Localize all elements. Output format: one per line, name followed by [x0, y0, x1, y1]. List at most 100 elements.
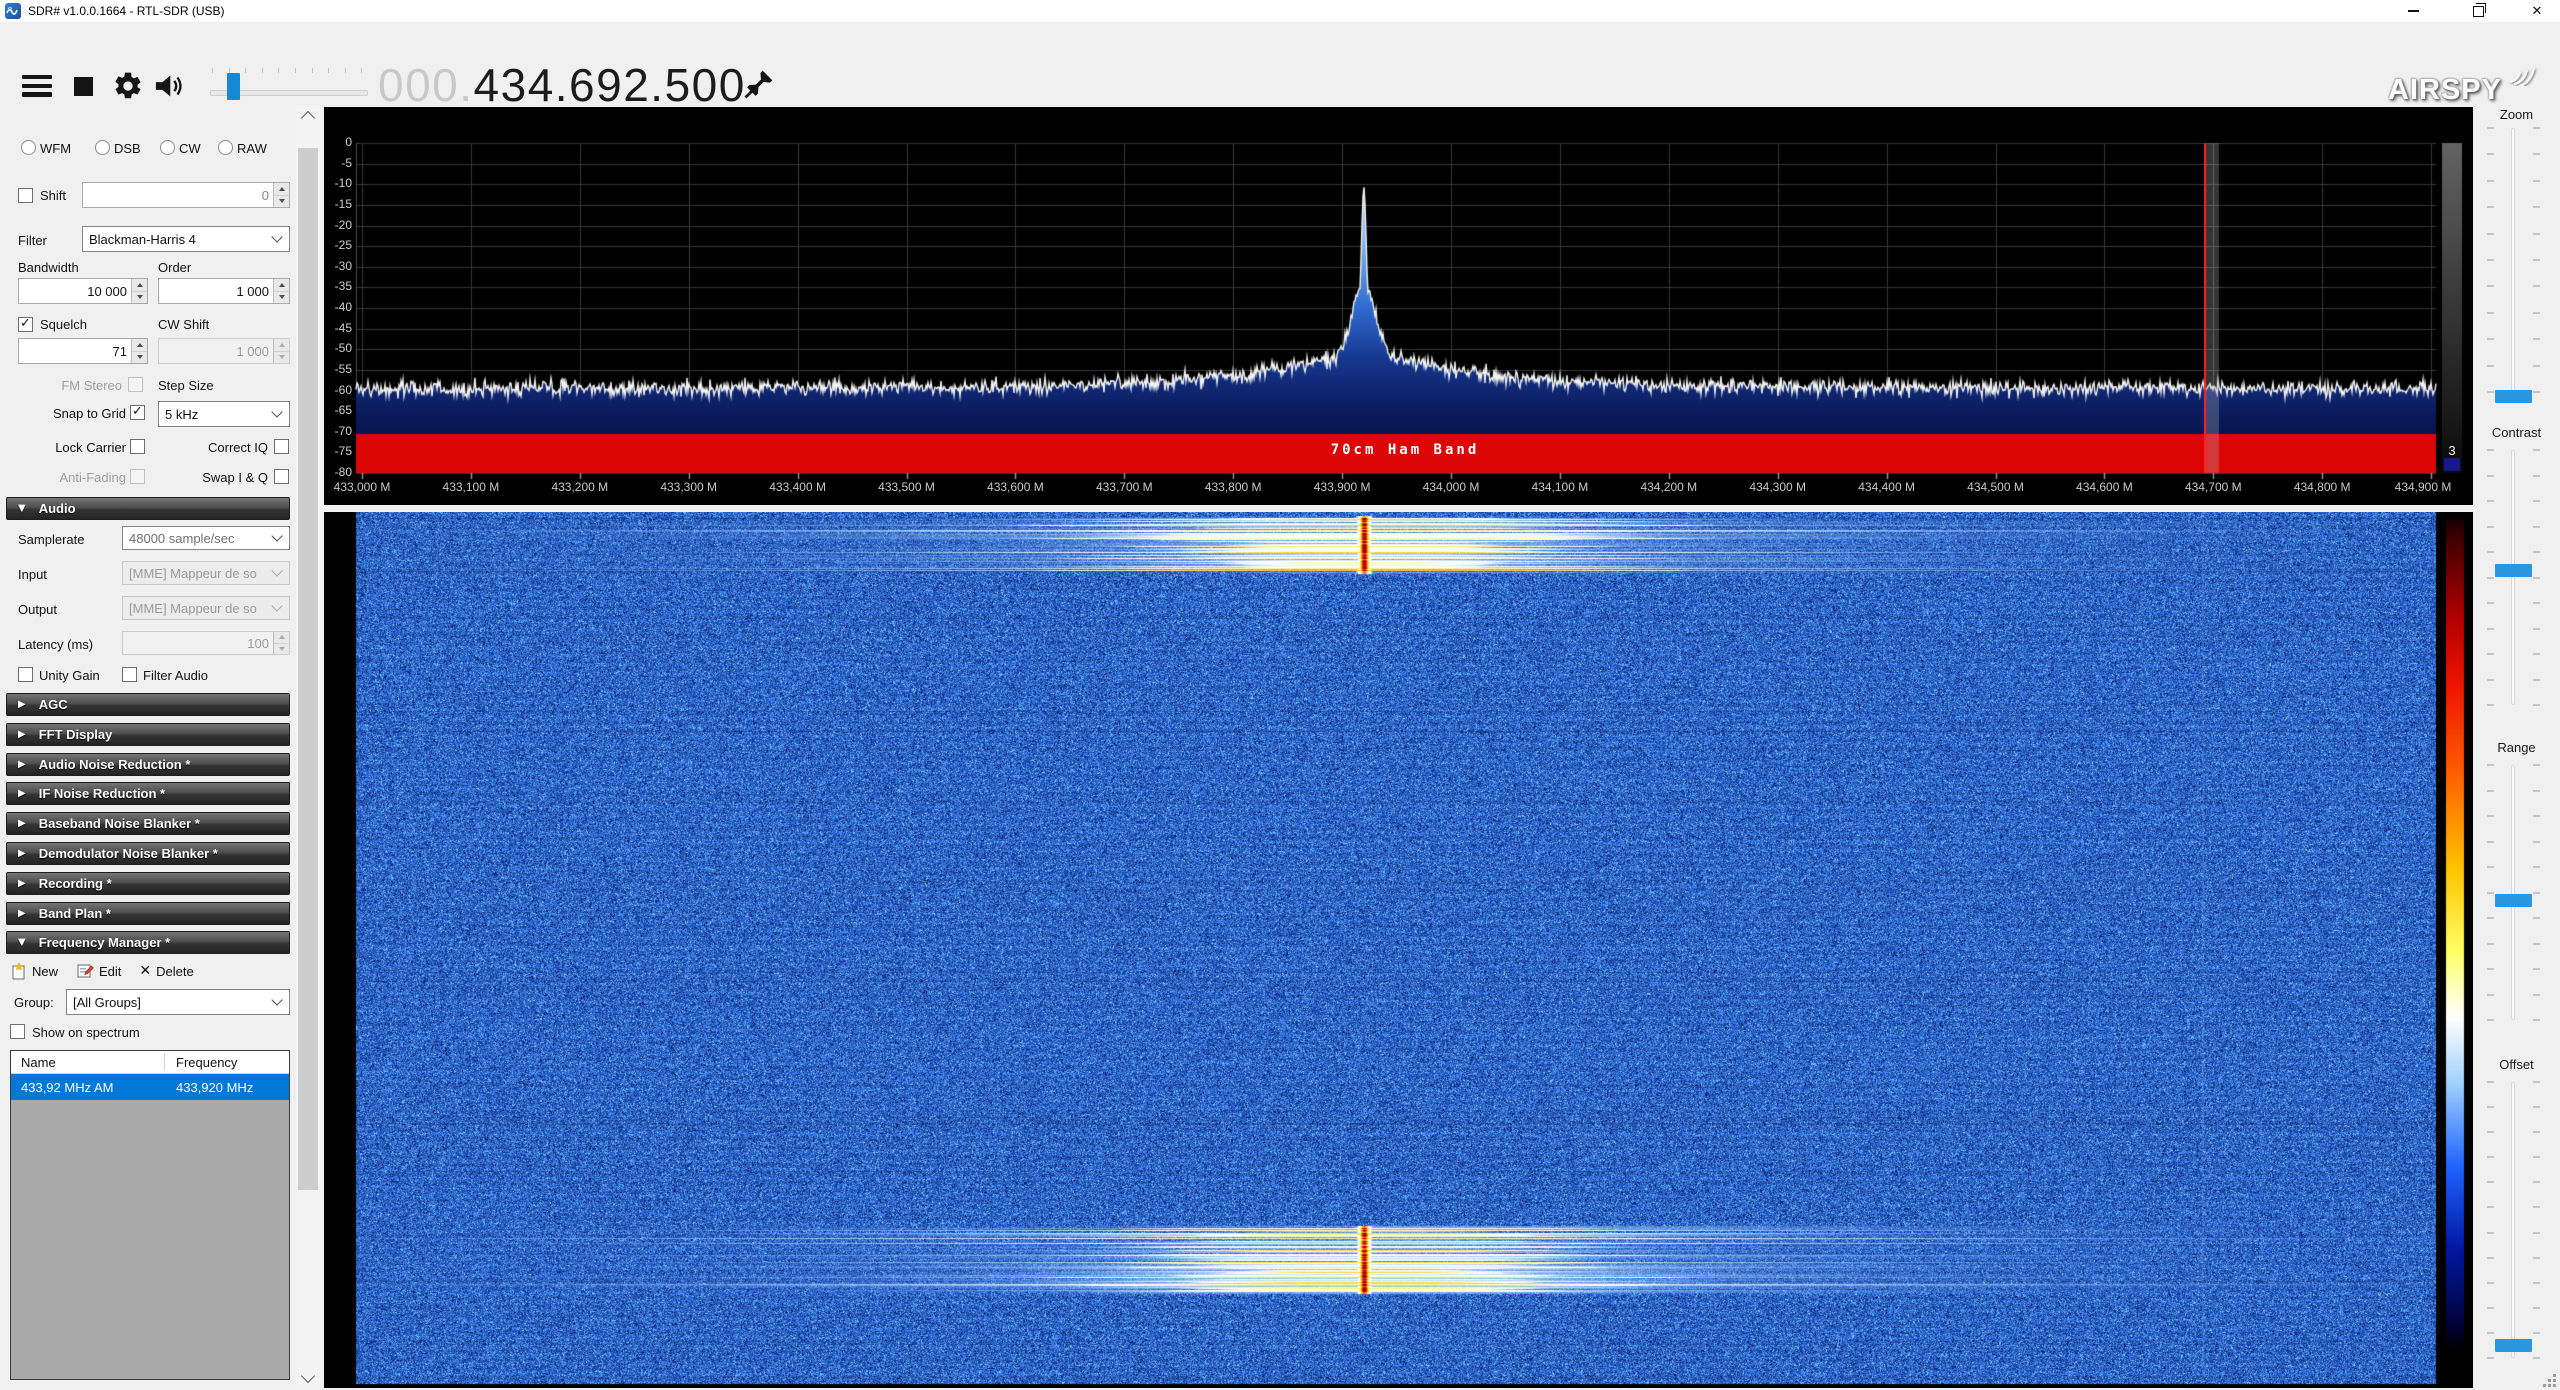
menu-button[interactable]: [22, 75, 52, 97]
swap-iq-checkbox[interactable]: [274, 469, 289, 484]
radio-label-raw: RAW: [237, 141, 267, 156]
frequency-tick-label: 434,100 M: [1512, 480, 1608, 494]
latency-spinner: [273, 632, 289, 654]
section-label: Baseband Noise Blanker *: [39, 816, 200, 831]
column-divider[interactable]: [164, 1053, 165, 1071]
radio-cw[interactable]: [160, 140, 175, 155]
new-button[interactable]: New: [10, 962, 72, 980]
radio-wfm[interactable]: [21, 140, 36, 155]
scroll-down-icon[interactable]: [301, 1369, 315, 1383]
restore-button[interactable]: [2455, 0, 2501, 22]
cw-shift-value: 1 000: [159, 344, 273, 359]
shift-checkbox[interactable]: [18, 188, 33, 203]
section-header-band-plan[interactable]: ▶Band Plan *: [6, 902, 290, 925]
squelch-spinner[interactable]: [131, 339, 147, 363]
range-slider-track[interactable]: [2511, 765, 2515, 1020]
correct-iq-label: Correct IQ: [158, 440, 268, 455]
stop-button[interactable]: [74, 77, 93, 96]
squelch-value: 71: [19, 344, 131, 359]
volume-thumb[interactable]: [227, 73, 240, 100]
bandwidth-spinner[interactable]: [131, 279, 147, 303]
section-label: Frequency Manager *: [39, 935, 171, 950]
show-on-spectrum-checkbox[interactable]: [10, 1024, 25, 1039]
db-tick-label: 0: [324, 135, 352, 149]
range-slider-thumb[interactable]: [2495, 894, 2532, 907]
offset-slider-thumb[interactable]: [2495, 1339, 2532, 1352]
order-spinner[interactable]: [273, 279, 289, 303]
contrast-slider-track[interactable]: [2511, 450, 2515, 705]
expand-triangle-icon: ▶: [18, 759, 26, 770]
panel-scrollbar[interactable]: [296, 105, 320, 1390]
group-dropdown[interactable]: [All Groups]: [66, 989, 290, 1015]
offset-slider-track[interactable]: [2511, 1082, 2515, 1358]
minimize-button[interactable]: [2390, 0, 2436, 22]
section-header-frequency-manager[interactable]: ▼ Frequency Manager *: [6, 931, 290, 954]
expand-triangle-icon: ▶: [18, 729, 26, 740]
section-header-if-noise-reduction[interactable]: ▶IF Noise Reduction *: [6, 782, 290, 805]
correct-iq-checkbox[interactable]: [274, 439, 289, 454]
output-dropdown: [MME] Mappeur de so: [122, 596, 290, 620]
db-tick-label: -35: [324, 279, 352, 293]
radio-raw[interactable]: [218, 140, 233, 155]
latency-input: 100: [122, 631, 290, 655]
spectrum-display[interactable]: 0-5-10-15-20-25-30-35-40-45-50-55-60-65-…: [324, 107, 2473, 505]
filter-dropdown[interactable]: Blackman-Harris 4: [82, 226, 290, 252]
column-header-frequency[interactable]: Frequency: [164, 1055, 237, 1070]
section-header-agc[interactable]: ▶AGC: [6, 693, 290, 716]
order-input[interactable]: 1 000: [158, 278, 290, 304]
group-value: [All Groups]: [73, 995, 141, 1010]
samplerate-dropdown[interactable]: 48000 sample/sec: [122, 526, 290, 550]
zoom-slider-thumb[interactable]: [2495, 390, 2532, 403]
unity-gain-checkbox[interactable]: [18, 667, 33, 682]
resize-grip[interactable]: [2543, 1374, 2557, 1388]
section-label: FFT Display: [39, 727, 113, 742]
radio-dsb[interactable]: [95, 140, 110, 155]
shift-value: 0: [83, 188, 273, 203]
frequency-tick-label: 433,400 M: [750, 480, 846, 494]
settings-button[interactable]: [112, 70, 144, 105]
frequency-table[interactable]: Name Frequency 433,92 MHz AM 433,920 MHz: [10, 1050, 290, 1380]
squelch-checkbox[interactable]: ✓: [18, 317, 33, 332]
column-header-name[interactable]: Name: [11, 1055, 164, 1070]
db-tick-label: -60: [324, 383, 352, 397]
audio-mute-button[interactable]: [152, 70, 186, 105]
filter-audio-checkbox[interactable]: [122, 667, 137, 682]
scrollbar-thumb[interactable]: [298, 148, 318, 1190]
section-header-audio-noise-reduction[interactable]: ▶Audio Noise Reduction *: [6, 753, 290, 776]
latency-value: 100: [123, 636, 273, 651]
table-row[interactable]: 433,92 MHz AM 433,920 MHz: [11, 1074, 289, 1100]
db-tick-label: -50: [324, 341, 352, 355]
contrast-slider-thumb[interactable]: [2495, 564, 2532, 577]
shift-input[interactable]: 0: [82, 182, 290, 208]
section-header-fft-display[interactable]: ▶ FFT Display: [6, 723, 290, 746]
frequency-tick-label: 434,900 M: [2375, 480, 2471, 494]
lock-carrier-checkbox[interactable]: [130, 439, 145, 454]
pin-button[interactable]: [742, 66, 776, 105]
expand-triangle-icon: ▶: [18, 699, 26, 710]
waterfall-canvas[interactable]: [324, 512, 2473, 1388]
snap-to-grid-checkbox[interactable]: ✓: [130, 405, 145, 420]
shift-spinner[interactable]: [273, 183, 289, 207]
zoom-slider-track[interactable]: [2511, 128, 2515, 392]
edit-button[interactable]: Edit: [76, 962, 135, 980]
section-header-audio[interactable]: ▼ Audio: [6, 497, 290, 520]
section-header-baseband-noise-blanker[interactable]: ▶Baseband Noise Blanker *: [6, 812, 290, 835]
table-header[interactable]: Name Frequency: [11, 1051, 289, 1074]
squelch-input[interactable]: 71: [18, 338, 148, 364]
delete-button[interactable]: ✕ Delete: [139, 963, 207, 979]
waterfall-display[interactable]: [324, 512, 2473, 1388]
new-file-icon: [10, 962, 27, 980]
close-button[interactable]: ✕: [2514, 0, 2560, 22]
frequency-tick-label: 433,700 M: [1076, 480, 1172, 494]
input-label: Input: [18, 567, 47, 582]
step-size-dropdown[interactable]: 5 kHz: [158, 401, 290, 427]
section-header-recording[interactable]: ▶Recording *: [6, 872, 290, 895]
bandwidth-input[interactable]: 10 000: [18, 278, 148, 304]
collapse-triangle-icon: ▼: [18, 503, 26, 514]
section-header-demodulator-noise-blanker[interactable]: ▶Demodulator Noise Blanker *: [6, 842, 290, 865]
scroll-up-icon[interactable]: [301, 111, 315, 125]
chevron-down-icon: [271, 994, 282, 1005]
unity-gain-label: Unity Gain: [39, 668, 100, 683]
frequency-display[interactable]: 000.434.692.500: [378, 58, 746, 110]
frequency-tick-label: 434,600 M: [2056, 480, 2152, 494]
